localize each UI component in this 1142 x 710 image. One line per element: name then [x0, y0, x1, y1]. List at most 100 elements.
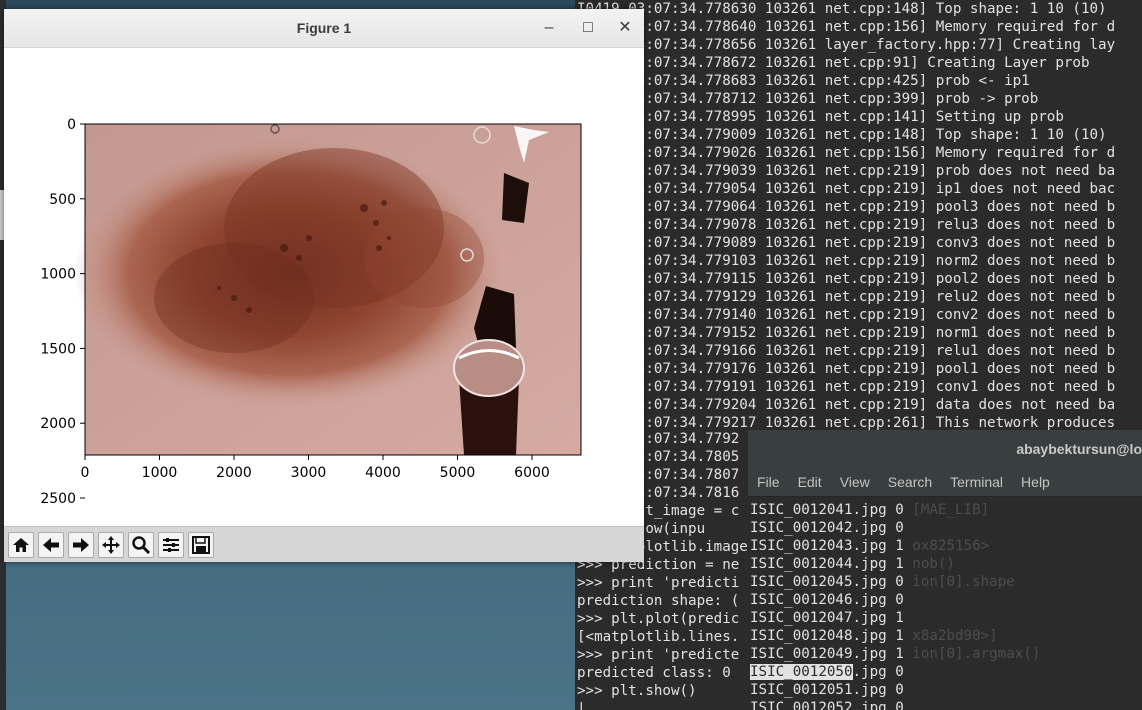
terminal-line: prediction shape: (: [577, 593, 740, 609]
file-name[interactable]: ISIC_0012043.jpg: [750, 538, 887, 554]
x-tick-label: 4000: [365, 465, 401, 481]
terminal-line: I0419 03:07:34.779009 103261 net.cpp:148…: [577, 127, 1107, 143]
file-row: ISIC_0012048.jpg 1 x8a2bd90>]: [750, 627, 1142, 645]
figure-title: Figure 1: [296, 20, 352, 36]
file-label: 0: [886, 520, 913, 536]
home-icon: [13, 537, 29, 552]
terminal-line: I0419 03:07:34.778640 103261 net.cpp:156…: [577, 19, 1116, 35]
ghost-text: ion[0].argmax(): [912, 646, 1041, 662]
terminal-line: I0419 03:07:34.779054 103261 net.cpp:219…: [577, 181, 1116, 197]
y-tick-label: 2500: [40, 491, 76, 507]
file-name[interactable]: ISIC_0012048.jpg: [750, 628, 887, 644]
dermoscopy-image: [74, 124, 581, 455]
file-row: ISIC_0012051.jpg 0: [750, 681, 1142, 699]
maximize-button[interactable]: □: [576, 9, 600, 47]
forward-arrow-icon: [73, 537, 89, 552]
y-tick-label: 1000: [40, 267, 76, 283]
file-row: ISIC_0012052.jpg 0: [750, 699, 1142, 710]
terminal-line: I0419 03:07:34.779204 103261 net.cpp:219…: [577, 397, 1116, 413]
file-row: ISIC_0012044.jpg 1 nob(): [750, 555, 1142, 573]
terminal-line: I0419 03:07:34.778672 103261 net.cpp:91]…: [577, 55, 1090, 71]
terminal-line: I0419 03:07:34.779026 103261 net.cpp:156…: [577, 145, 1116, 161]
terminal-line: I0419 03:07:34.778995 103261 net.cpp:141…: [577, 109, 1064, 125]
menu-item-view[interactable]: View: [831, 468, 879, 496]
menu-item-search[interactable]: Search: [879, 468, 941, 496]
save-icon: [192, 535, 210, 554]
front-terminal-menubar: File Edit View Search Terminal Help: [748, 468, 1142, 497]
figure-canvas[interactable]: 05001000150020002500300035004000 0100020…: [4, 48, 644, 657]
terminal-line: I0419 03:07:34.779078 103261 net.cpp:219…: [577, 217, 1116, 233]
file-label: 1: [886, 538, 913, 554]
terminal-line: I0419 03:07:34.778712 103261 net.cpp:399…: [577, 91, 1039, 107]
front-terminal-titlebar[interactable]: abaybektursun@lo: [748, 430, 1142, 468]
menu-item-edit[interactable]: Edit: [789, 468, 831, 496]
terminal-line: I0419 03:07:34.779064 103261 net.cpp:219…: [577, 199, 1116, 215]
terminal-line: I0419 03:07:34.779166 103261 net.cpp:219…: [577, 343, 1116, 359]
file-label: 0: [886, 592, 913, 608]
figure-window[interactable]: Figure 1 – □ ✕ 0 500 1000 1500 2000 2500…: [4, 9, 644, 657]
save-button[interactable]: [188, 531, 214, 558]
file-name[interactable]: ISIC_0012052.jpg: [750, 700, 887, 710]
file-row: ISIC_0012042.jpg 0: [750, 519, 1142, 537]
menu-item-help[interactable]: Help: [1012, 468, 1059, 496]
file-name[interactable]: ISIC_0012050: [750, 664, 853, 680]
file-row: ISIC_0012041.jpg 0 [MAE_LIB]: [750, 501, 1142, 519]
terminal-line: I0419 03:07:34.779152 103261 net.cpp:219…: [577, 325, 1116, 341]
file-name[interactable]: ISIC_0012045.jpg: [750, 574, 887, 590]
back-button[interactable]: [38, 531, 64, 558]
pan-button[interactable]: [98, 531, 124, 558]
file-name[interactable]: ISIC_0012047.jpg: [750, 610, 887, 626]
configure-subplots-icon: [163, 537, 179, 552]
file-name[interactable]: ISIC_0012049.jpg: [750, 646, 887, 662]
x-tick-label: 2000: [216, 465, 252, 481]
file-row: ISIC_0012046.jpg 0: [750, 591, 1142, 609]
y-tick-label: 500: [49, 192, 76, 208]
menu-item-file[interactable]: File: [748, 468, 789, 496]
file-label: 1: [886, 610, 913, 626]
terminal-line: I0419 03:07:34.779103 103261 net.cpp:219…: [577, 253, 1116, 269]
terminal-line: I0419 03:07:34.779129 103261 net.cpp:219…: [577, 289, 1116, 305]
zoom-icon: [132, 535, 151, 554]
file-name[interactable]: ISIC_0012051.jpg: [750, 682, 887, 698]
close-button[interactable]: ✕: [613, 9, 637, 47]
minimize-button[interactable]: –: [537, 9, 561, 47]
file-label: 1: [886, 556, 913, 572]
file-row: ISIC_0012043.jpg 1 ox825156>: [750, 537, 1142, 555]
ghost-text: [MAE_LIB]: [912, 502, 990, 518]
ghost-text: nob(): [912, 556, 956, 572]
terminal-line: I0419 03:07:34.779039 103261 net.cpp:219…: [577, 163, 1116, 179]
terminal-line: >>> plt.plot(predic: [577, 611, 740, 627]
terminal-line: I0419 03:07:34.779217 103261 net.cpp:261…: [577, 415, 1116, 430]
figure-titlebar[interactable]: Figure 1 – □ ✕: [4, 9, 644, 48]
file-name[interactable]: ISIC_0012044.jpg: [750, 556, 887, 572]
terminal-line: I0419 03:07:34.778630 103261 net.cpp:148…: [577, 1, 1107, 17]
ghost-text: ox825156>: [912, 538, 990, 554]
terminal-line: >>> print 'predicti: [577, 575, 740, 591]
front-terminal-window[interactable]: abaybektursun@lo File Edit View Search Termi…: [748, 430, 1142, 710]
x-tick-label: 6000: [514, 465, 550, 481]
file-name[interactable]: ISIC_0012041.jpg: [750, 502, 887, 518]
pan-icon: [102, 535, 120, 554]
menu-item-terminal[interactable]: Terminal: [941, 468, 1012, 496]
front-terminal-output[interactable]: ISIC_0012041.jpg 0 [MAE_LIB] ISIC_0012042…: [748, 497, 1142, 710]
terminal-line: |: [577, 701, 586, 710]
front-terminal-title: abaybektursun@lo: [1016, 441, 1142, 457]
file-extension: .jpg: [852, 664, 887, 680]
terminal-line: I0419 03:07:34.779115 103261 net.cpp:219…: [577, 271, 1116, 287]
file-label: 0: [886, 700, 913, 710]
terminal-line: >>> plt.show(): [577, 683, 697, 699]
terminal-line: >>> print 'predicte: [577, 647, 740, 663]
y-tick-label: 2000: [40, 416, 76, 432]
file-name[interactable]: ISIC_0012042.jpg: [750, 520, 887, 536]
terminal-line: I0419 03:07:34.778656 103261 layer_facto…: [577, 37, 1116, 53]
forward-button[interactable]: [68, 531, 94, 558]
back-arrow-icon: [43, 537, 59, 552]
configure-subplots-button[interactable]: [158, 531, 184, 558]
terminal-line: I0419 03:07:34.778683 103261 net.cpp:425…: [577, 73, 1030, 89]
home-button[interactable]: [8, 531, 34, 558]
file-label: 0: [886, 664, 913, 680]
file-name[interactable]: ISIC_0012046.jpg: [750, 592, 887, 608]
background-terminal-log[interactable]: I0419 03:07:34.778630 103261 net.cpp:148…: [575, 0, 1142, 430]
zoom-button[interactable]: [128, 531, 154, 558]
y-tick-label: 1500: [40, 341, 76, 357]
